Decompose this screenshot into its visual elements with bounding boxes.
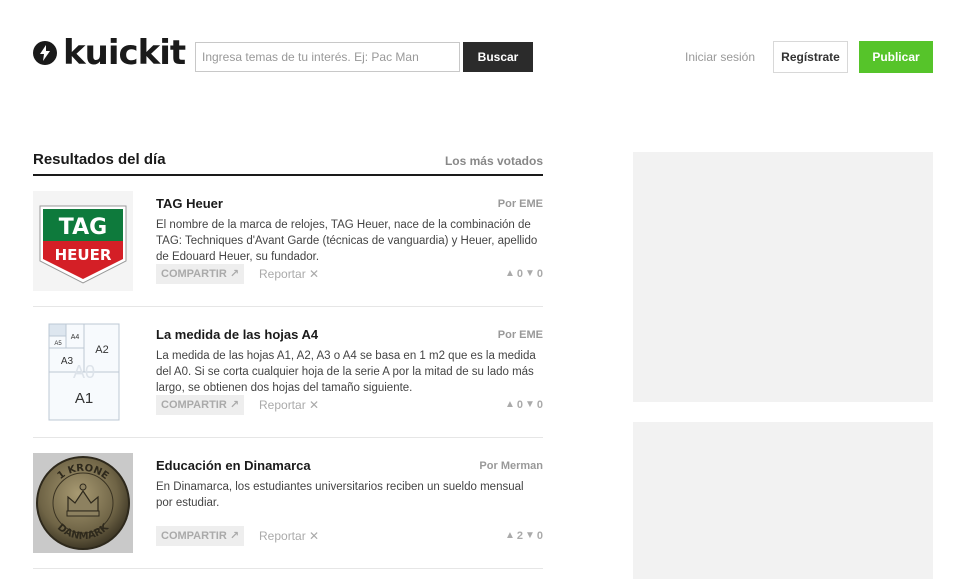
item-actions: COMPARTIR ↗ Reportar ✕ ▲ 0 ▼ 0 bbox=[156, 264, 543, 284]
list-item: TAG HEUER TAG Heuer Por EME El nombre de… bbox=[33, 176, 543, 307]
downvote-count: 0 bbox=[536, 399, 543, 411]
tag-heuer-logo-top: TAG bbox=[59, 215, 107, 240]
share-label: COMPARTIR bbox=[161, 268, 227, 280]
upvote-count: 0 bbox=[516, 268, 523, 280]
share-button[interactable]: COMPARTIR ↗ bbox=[156, 526, 245, 546]
item-content: La medida de las hojas A4 Por EME La med… bbox=[156, 327, 543, 396]
item-text: En Dinamarca, los estudiantes universita… bbox=[156, 481, 524, 509]
item-text: La medida de las hojas A1, A2, A3 o A4 s… bbox=[156, 350, 536, 394]
downvote-count: 0 bbox=[536, 530, 543, 542]
close-x-icon: ✕ bbox=[309, 529, 320, 543]
a5-label: A5 bbox=[54, 341, 62, 347]
vote-counter: ▲ 0 ▼ 0 bbox=[505, 264, 543, 284]
list-item: A0 A1 A2 A3 A4 A5 La medida de las hojas… bbox=[33, 307, 543, 438]
share-arrow-icon: ↗ bbox=[229, 399, 240, 411]
a1-label: A1 bbox=[75, 390, 93, 407]
share-button[interactable]: COMPARTIR ↗ bbox=[156, 395, 245, 415]
tag-heuer-thumbnail[interactable]: TAG HEUER bbox=[33, 191, 133, 291]
ad-placeholder-bottom bbox=[633, 422, 933, 579]
share-arrow-icon: ↗ bbox=[229, 530, 240, 542]
report-button[interactable]: Reportar ✕ bbox=[259, 264, 319, 284]
vote-counter: ▲ 2 ▼ 0 bbox=[505, 526, 543, 546]
report-label: Reportar bbox=[259, 267, 306, 281]
downvote-count: 0 bbox=[536, 268, 543, 280]
close-x-icon: ✕ bbox=[309, 398, 320, 412]
arrow-up-icon[interactable]: ▲ bbox=[505, 526, 515, 546]
a2-label: A2 bbox=[95, 344, 108, 356]
results-header: Resultados del día Los más votados bbox=[33, 150, 543, 176]
arrow-down-icon[interactable]: ▼ bbox=[525, 264, 535, 284]
share-label: COMPARTIR bbox=[161, 530, 227, 542]
list-item: 1 KRONE DANMARK Educación en Dinamarca P… bbox=[33, 438, 543, 569]
item-title[interactable]: TAG Heuer bbox=[156, 196, 543, 211]
item-text: El nombre de la marca de relojes, TAG He… bbox=[156, 219, 538, 263]
report-label: Reportar bbox=[259, 529, 306, 543]
report-button[interactable]: Reportar ✕ bbox=[259, 526, 319, 546]
item-author[interactable]: Por EME bbox=[498, 198, 543, 210]
paper-sizes-thumbnail[interactable]: A0 A1 A2 A3 A4 A5 bbox=[33, 322, 133, 422]
item-author[interactable]: Por Merman bbox=[479, 460, 543, 472]
logo[interactable]: kuickit bbox=[33, 33, 186, 73]
most-voted-link[interactable]: Los más votados bbox=[445, 154, 543, 168]
share-label: COMPARTIR bbox=[161, 399, 227, 411]
a4-label: A4 bbox=[71, 334, 80, 341]
item-actions: COMPARTIR ↗ Reportar ✕ ▲ 2 ▼ 0 bbox=[156, 526, 543, 546]
a0-label: A0 bbox=[73, 362, 95, 382]
share-button[interactable]: COMPARTIR ↗ bbox=[156, 264, 245, 284]
a3-label: A3 bbox=[61, 356, 74, 367]
publish-button[interactable]: Publicar bbox=[859, 41, 933, 73]
ad-placeholder-top bbox=[633, 152, 933, 402]
item-content: Educación en Dinamarca Por Merman En Din… bbox=[156, 458, 543, 511]
login-link[interactable]: Iniciar sesión bbox=[685, 50, 755, 64]
arrow-up-icon[interactable]: ▲ bbox=[505, 395, 515, 415]
item-actions: COMPARTIR ↗ Reportar ✕ ▲ 0 ▼ 0 bbox=[156, 395, 543, 415]
arrow-down-icon[interactable]: ▼ bbox=[525, 526, 535, 546]
vote-counter: ▲ 0 ▼ 0 bbox=[505, 395, 543, 415]
item-author[interactable]: Por EME bbox=[498, 329, 543, 341]
arrow-down-icon[interactable]: ▼ bbox=[525, 395, 535, 415]
report-button[interactable]: Reportar ✕ bbox=[259, 395, 319, 415]
register-button[interactable]: Regístrate bbox=[773, 41, 848, 73]
share-arrow-icon: ↗ bbox=[229, 268, 240, 280]
close-x-icon: ✕ bbox=[309, 267, 320, 281]
results-section: Resultados del día Los más votados TAG H… bbox=[33, 150, 543, 569]
upvote-count: 2 bbox=[516, 530, 523, 542]
lightning-bolt-icon bbox=[33, 41, 57, 65]
arrow-up-icon[interactable]: ▲ bbox=[505, 264, 515, 284]
upvote-count: 0 bbox=[516, 399, 523, 411]
search-input[interactable] bbox=[195, 42, 460, 72]
danish-coin-thumbnail[interactable]: 1 KRONE DANMARK bbox=[33, 453, 133, 553]
tag-heuer-logo-bottom: HEUER bbox=[55, 246, 112, 264]
item-title[interactable]: La medida de las hojas A4 bbox=[156, 327, 543, 342]
search-button[interactable]: Buscar bbox=[463, 42, 533, 72]
report-label: Reportar bbox=[259, 398, 306, 412]
item-content: TAG Heuer Por EME El nombre de la marca … bbox=[156, 196, 543, 265]
logo-text: kuickit bbox=[63, 33, 186, 73]
results-title: Resultados del día bbox=[33, 151, 166, 168]
